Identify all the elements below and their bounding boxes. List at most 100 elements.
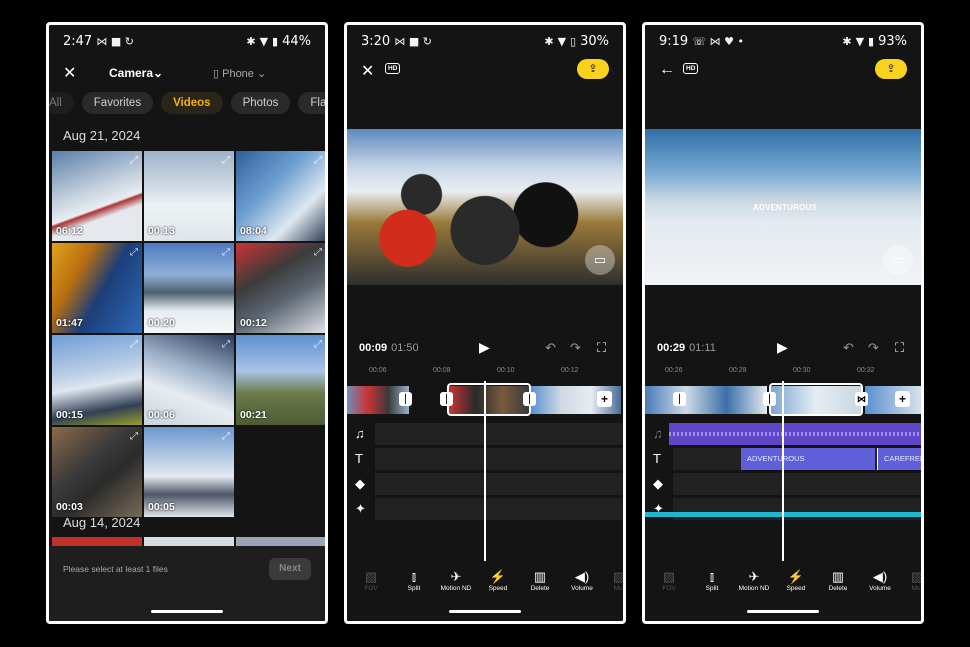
expand-icon[interactable]: ⤢ [130, 339, 138, 350]
video-duration: 01:47 [56, 317, 83, 329]
redo-icon[interactable]: ↷ [570, 340, 581, 356]
close-icon[interactable]: ✕ [361, 61, 374, 81]
close-icon[interactable]: ✕ [63, 63, 76, 83]
chip-flat[interactable]: Flat [298, 92, 325, 114]
redo-icon[interactable]: ↷ [868, 340, 879, 356]
video-clip[interactable] [645, 386, 767, 414]
text-add-icon[interactable]: T [653, 451, 661, 466]
text-clip[interactable]: CAREFREE [877, 448, 921, 470]
status-bar: 9:19 ☏ ⋈ ♥ • ✱ ▼ ▮ 93% [645, 25, 921, 57]
tool-label: Mut [613, 585, 625, 592]
video-preview[interactable]: ADVENTUROUS ▭ [645, 129, 921, 285]
tool-delete[interactable]: ▥ Delete [518, 569, 562, 592]
sticker-add-icon[interactable]: ◆ [653, 476, 663, 492]
text-add-icon[interactable]: T [355, 451, 363, 466]
home-indicator[interactable] [747, 610, 819, 613]
trim-handle-right[interactable]: ⏐ [523, 392, 536, 406]
play-icon[interactable]: ▶ [777, 339, 788, 356]
tool-mute[interactable]: ▨ Mut [895, 569, 921, 592]
selected-clip-frame[interactable] [447, 383, 531, 416]
hd-icon[interactable]: HD [385, 63, 401, 74]
book-icon[interactable]: ▭ [883, 245, 913, 275]
hd-icon[interactable]: HD [683, 63, 699, 74]
status-icons: ⋈ ■ ↻ [96, 34, 134, 48]
expand-icon[interactable]: ⤢ [222, 247, 230, 258]
video-thumbnail[interactable]: ⤢ 08:04 [236, 151, 325, 241]
transition-icon[interactable]: ⋈ [855, 392, 868, 406]
expand-icon[interactable]: ⤢ [222, 339, 230, 350]
export-share-button[interactable]: ⇪ [577, 59, 609, 79]
music-add-icon[interactable]: ♫ [355, 426, 365, 441]
video-thumbnail[interactable]: ⤢ 00:21 [236, 335, 325, 425]
playhead[interactable] [484, 381, 486, 561]
video-thumbnail[interactable]: ⤢ 01:47 [52, 243, 142, 333]
video-thumbnail[interactable]: ⤢ 00:13 [144, 151, 234, 241]
status-icons: ☏ ⋈ ♥ • [692, 34, 744, 48]
undo-icon[interactable]: ↶ [545, 340, 556, 356]
timeline-ruler: 00:06 00:08 00:10 00:12 [347, 365, 623, 379]
chip-favorites[interactable]: Favorites [81, 92, 154, 114]
expand-icon[interactable]: ⤢ [130, 155, 138, 166]
video-preview[interactable]: ▭ [347, 129, 623, 285]
trim-handle-left[interactable]: ⏐ [763, 392, 776, 406]
video-thumbnail[interactable]: ⤢ 00:15 [52, 335, 142, 425]
tool-label: Split [407, 585, 421, 592]
tool-speed[interactable]: ⚡ Speed [476, 569, 520, 592]
tool-split[interactable]: ⫾ Split [690, 569, 734, 592]
expand-icon[interactable]: ⤢ [314, 339, 322, 350]
home-indicator[interactable] [151, 610, 223, 613]
transition-handle[interactable]: ⏐ [673, 392, 686, 406]
expand-icon[interactable]: ⤢ [130, 247, 138, 258]
export-share-button[interactable]: ⇪ [875, 59, 907, 79]
camera-source-dropdown[interactable]: Camera⌄ [109, 66, 163, 80]
video-thumbnail[interactable]: ⤢ 00:05 [144, 427, 234, 517]
text-clip[interactable]: ADVENTUROUS [741, 448, 875, 470]
sticker-add-icon[interactable]: ◆ [355, 476, 365, 492]
tool-delete[interactable]: ▥ Delete [816, 569, 860, 592]
tool-motion-nd[interactable]: ✈ Motion ND [732, 569, 776, 592]
chip-all[interactable]: All [49, 92, 74, 114]
home-indicator[interactable] [449, 610, 521, 613]
battery-level: 93% [878, 33, 907, 49]
fullscreen-icon[interactable]: ⛶ [597, 340, 606, 356]
video-thumbnail[interactable]: ⤢ 00:03 [52, 427, 142, 517]
tool-motion-nd[interactable]: ✈ Motion ND [434, 569, 478, 592]
video-thumbnail[interactable]: ⤢ 00:20 [144, 243, 234, 333]
playback-controls: 00:09 01:50 ▶ ↶ ↷ ⛶ [347, 335, 623, 363]
video-thumbnail[interactable]: ⤢ 00:12 [236, 243, 325, 333]
effect-add-icon[interactable]: ✦ [355, 501, 366, 517]
tool-label: Delete [530, 585, 550, 592]
music-add-icon[interactable]: ♫ [653, 426, 663, 441]
expand-icon[interactable]: ⤢ [130, 431, 138, 442]
tool-speed[interactable]: ⚡ Speed [774, 569, 818, 592]
chip-videos[interactable]: Videos [161, 92, 223, 114]
overlay-text[interactable]: ADVENTUROUS [753, 203, 817, 212]
tool-split[interactable]: ⫾ Split [392, 569, 436, 592]
tool-fov[interactable]: ▧ FOV [647, 569, 691, 592]
expand-icon[interactable]: ⤢ [222, 431, 230, 442]
next-button[interactable]: Next [269, 558, 311, 580]
tool-label: Split [705, 585, 719, 592]
tool-fov[interactable]: ▧ FOV [349, 569, 393, 592]
expand-icon[interactable]: ⤢ [222, 155, 230, 166]
transition-handle[interactable]: ⏐ [399, 392, 412, 406]
trim-handle-left[interactable]: ⏐ [440, 392, 453, 406]
chip-photos[interactable]: Photos [230, 92, 291, 114]
add-clip-button[interactable]: + [895, 391, 910, 407]
video-clip[interactable] [865, 386, 921, 414]
undo-icon[interactable]: ↶ [843, 340, 854, 356]
expand-icon[interactable]: ⤢ [314, 247, 322, 258]
video-thumbnail[interactable]: ⤢ 06:12 [52, 151, 142, 241]
back-arrow-icon[interactable]: ← [659, 61, 675, 79]
tool-mute[interactable]: ▨ Mut [597, 569, 625, 592]
playhead[interactable] [782, 381, 784, 561]
book-icon[interactable]: ▭ [585, 245, 615, 275]
time-display: 00:09 01:50 [359, 342, 419, 354]
play-icon[interactable]: ▶ [479, 339, 490, 356]
expand-icon[interactable]: ⤢ [314, 155, 322, 166]
time-current: 00:29 [657, 342, 686, 354]
add-clip-button[interactable]: + [597, 391, 612, 407]
video-thumbnail[interactable]: ⤢ 00:06 [144, 335, 234, 425]
fullscreen-icon[interactable]: ⛶ [895, 340, 904, 356]
phone-source-dropdown[interactable]: ▯ Phone ⌄ [213, 67, 266, 80]
